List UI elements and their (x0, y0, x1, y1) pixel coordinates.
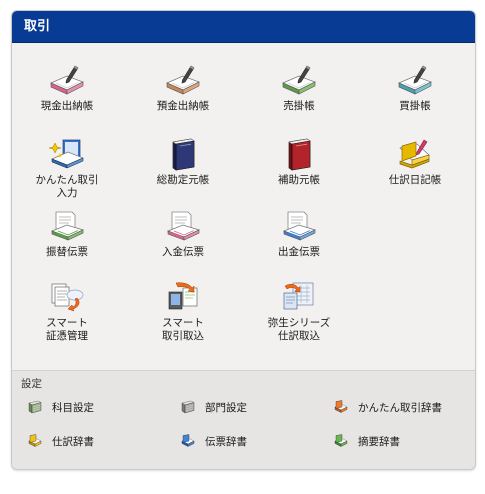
smart-import-label: スマート 取引取込 (162, 317, 204, 342)
journal-button[interactable]: 仕訳日記帳 (360, 137, 470, 187)
account-settings-icon (27, 400, 43, 414)
panel-header: 取引 (12, 11, 475, 43)
easy-entry-label: かんたん取引 入力 (35, 174, 99, 199)
receipt-slip-button[interactable]: 入金伝票 (128, 209, 238, 259)
deposit-book-icon (163, 63, 203, 97)
yayoi-import-icon (279, 280, 319, 314)
transaction-menu: 現金出納帳 預金出納帳 売掛帳 買掛帳 かんたん取引 入力 総勘定元帳 補助元帳 (12, 43, 475, 369)
easy-entry-button[interactable]: かんたん取引 入力 (12, 137, 122, 200)
sub-ledger-label: 補助元帳 (278, 174, 320, 186)
cash-book-icon (47, 63, 87, 97)
sub-ledger-button[interactable]: 補助元帳 (244, 137, 354, 187)
summary-dictionary-icon (333, 434, 349, 448)
general-ledger-label: 総勘定元帳 (156, 174, 210, 186)
deposit-book-button[interactable]: 預金出納帳 (128, 63, 238, 113)
slip-dictionary-label: 伝票辞書 (205, 435, 247, 448)
payment-slip-label: 出金伝票 (278, 246, 320, 258)
receipt-slip-icon (163, 209, 203, 243)
general-ledger-button[interactable]: 総勘定元帳 (128, 137, 238, 187)
transfer-slip-button[interactable]: 振替伝票 (12, 209, 122, 259)
receivable-book-label: 売掛帳 (283, 100, 315, 112)
smart-voucher-label: スマート 証憑管理 (46, 317, 88, 342)
smart-import-button[interactable]: スマート 取引取込 (128, 280, 238, 343)
smart-import-icon (163, 280, 203, 314)
transfer-slip-label: 振替伝票 (46, 246, 88, 258)
deposit-book-label: 預金出納帳 (156, 100, 210, 112)
receipt-slip-label: 入金伝票 (162, 246, 204, 258)
receivable-book-icon (279, 63, 319, 97)
general-ledger-icon (163, 137, 203, 171)
journal-label: 仕訳日記帳 (388, 174, 442, 186)
payable-book-button[interactable]: 買掛帳 (360, 63, 470, 113)
department-settings-label: 部門設定 (205, 401, 247, 414)
slip-dictionary-link[interactable]: 伝票辞書 (180, 432, 247, 450)
journal-icon (395, 137, 435, 171)
department-settings-link[interactable]: 部門設定 (180, 398, 247, 416)
easy-dictionary-label: かんたん取引辞書 (358, 401, 442, 414)
easy-dictionary-icon (333, 400, 349, 414)
easy-dictionary-link[interactable]: かんたん取引辞書 (333, 398, 442, 416)
sub-ledger-icon (279, 137, 319, 171)
payable-book-icon (395, 63, 435, 97)
slip-dictionary-icon (180, 434, 196, 448)
yayoi-import-button[interactable]: 弥生シリーズ 仕訳取込 (244, 280, 354, 343)
payment-slip-icon (279, 209, 319, 243)
settings-title: 設定 (21, 378, 42, 390)
smart-voucher-button[interactable]: スマート 証憑管理 (12, 280, 122, 343)
receivable-book-button[interactable]: 売掛帳 (244, 63, 354, 113)
settings-section: 設定 科目設定 部門設定 かんたん取引辞書 仕訳辞書 伝票辞書 摘要辞書 (12, 370, 475, 469)
summary-dictionary-link[interactable]: 摘要辞書 (333, 432, 400, 450)
payment-slip-button[interactable]: 出金伝票 (244, 209, 354, 259)
transfer-slip-icon (47, 209, 87, 243)
account-settings-label: 科目設定 (52, 401, 94, 414)
transactions-panel: 取引 現金出納帳 預金出納帳 売掛帳 買掛帳 かんたん取引 入力 総勘定元帳 補… (11, 10, 476, 470)
journal-dictionary-icon (27, 434, 43, 448)
cash-book-button[interactable]: 現金出納帳 (12, 63, 122, 113)
journal-dictionary-label: 仕訳辞書 (52, 435, 94, 448)
journal-dictionary-link[interactable]: 仕訳辞書 (27, 432, 94, 450)
payable-book-label: 買掛帳 (399, 100, 431, 112)
department-settings-icon (180, 400, 196, 414)
smart-voucher-icon (47, 280, 87, 314)
easy-entry-icon (47, 137, 87, 171)
cash-book-label: 現金出納帳 (40, 100, 94, 112)
account-settings-link[interactable]: 科目設定 (27, 398, 94, 416)
yayoi-import-label: 弥生シリーズ 仕訳取込 (267, 317, 331, 342)
panel-title: 取引 (24, 19, 51, 34)
summary-dictionary-label: 摘要辞書 (358, 435, 400, 448)
